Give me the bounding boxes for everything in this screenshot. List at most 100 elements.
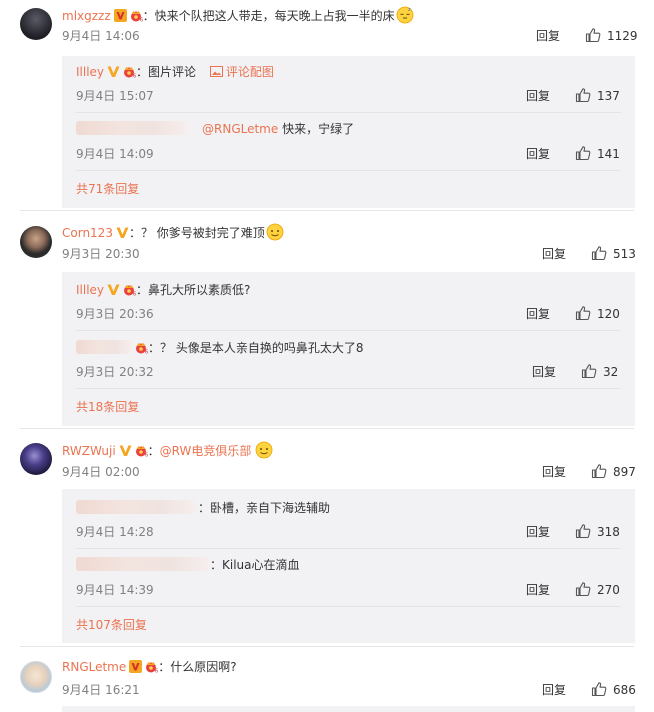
verified-v-icon (116, 226, 129, 239)
mention-link[interactable]: @RW电竞俱乐部 (160, 444, 252, 458)
reply-time: 9月4日 14:39 (76, 583, 154, 597)
comment-time: 9月4日 14:06 (62, 29, 140, 43)
blurred-username (76, 500, 196, 514)
thumbs-up-icon (575, 581, 591, 597)
reply-body: Illley ：鼻孔大所以素质低? (76, 282, 250, 298)
thumbs-up-icon (591, 681, 607, 697)
reply-text: ：卧槽，亲自下海选辅助 (198, 501, 331, 515)
crown-badge-icon (144, 660, 158, 673)
comment-time: 9月4日 16:21 (62, 683, 140, 697)
thumbs-up-icon (591, 245, 607, 261)
reply-body: Illley ：图片评论 评论配图 (76, 64, 274, 80)
more-replies-link[interactable]: 共107条回复 (76, 617, 147, 633)
avatar[interactable] (20, 226, 52, 258)
avatar[interactable] (20, 8, 52, 40)
reply-button[interactable]: 回复 (536, 28, 560, 44)
reply-text: ：Kilua心在滴血 (210, 558, 300, 572)
reply-body: ：Kilua心在滴血 (76, 557, 300, 573)
comment-body: RNGLetme ：什么原因啊? (62, 659, 237, 675)
image-icon (209, 66, 223, 77)
reply-button[interactable]: 回复 (542, 464, 566, 480)
comment-time: 9月3日 20:30 (62, 247, 140, 261)
username-link[interactable]: RNGLetme (62, 660, 126, 674)
divider (76, 606, 621, 607)
thumbs-up-icon (575, 145, 591, 161)
reply-button[interactable]: 回复 (526, 88, 550, 104)
reply-time: 9月4日 15:07 (76, 89, 154, 103)
crown-badge-icon (129, 9, 143, 22)
thumbs-up-icon (581, 363, 597, 379)
verified-v-icon (114, 9, 127, 22)
comment-time: 9月4日 02:00 (62, 465, 140, 479)
like-count: 137 (597, 89, 620, 103)
image-comment-link[interactable]: 评论配图 (209, 65, 274, 79)
like-count: 32 (603, 365, 619, 379)
comment-text: ：快来个队把这人带走，每天晚上占我一半的床 (142, 9, 395, 23)
reply-body: ：卧槽，亲自下海选辅助 (76, 500, 330, 516)
reply-text: ：？ 头像是本人亲自换的吗鼻孔太大了8 (148, 341, 364, 355)
divider (20, 428, 634, 429)
divider (76, 388, 621, 389)
thumbs-up-icon (585, 27, 601, 43)
reply-button[interactable]: 回复 (526, 524, 550, 540)
blurred-username (76, 557, 210, 571)
comment-text: ： (147, 444, 160, 458)
comment-text: ：什么原因啊? (158, 660, 237, 674)
reply-button[interactable]: 回复 (542, 682, 566, 698)
thumbs-up-icon (575, 523, 591, 539)
reply-time: 9月4日 14:28 (76, 525, 154, 539)
comment-text: ：？ 你爹号被封完了难顶 (128, 226, 265, 240)
more-replies-link[interactable]: 共71条回复 (76, 181, 139, 197)
thumbs-up-icon (591, 463, 607, 479)
avatar[interactable] (20, 443, 52, 475)
comment-item: mlxgzzz ：快来个队把这人带走，每天晚上占我一半的床 9月4日 14:06 … (0, 0, 654, 208)
username-link[interactable]: Illley (76, 283, 104, 297)
emoji-icon (396, 6, 414, 24)
avatar[interactable] (20, 661, 52, 693)
like-count: 270 (597, 583, 620, 597)
username-link[interactable]: RWZWuji (62, 444, 116, 458)
verified-v-icon (129, 660, 142, 673)
like-count: 318 (597, 525, 620, 539)
verified-v-icon (119, 444, 132, 457)
reply-button[interactable]: 回复 (542, 246, 566, 262)
like-count: 141 (597, 147, 620, 161)
emoji-icon (255, 441, 273, 459)
divider (20, 210, 634, 211)
reply-button[interactable]: 回复 (526, 306, 550, 322)
username-link[interactable]: Illley (76, 65, 104, 79)
comment-body: Corn123 ：？ 你爹号被封完了难顶 (62, 223, 284, 241)
mention-link[interactable]: @RNGLetme (202, 122, 278, 136)
divider (76, 330, 621, 331)
reply-text: ：鼻孔大所以素质低? (136, 283, 251, 297)
reply-button[interactable]: 回复 (532, 364, 556, 380)
crown-badge-icon (122, 65, 136, 78)
blurred-username (76, 121, 188, 135)
verified-v-icon (107, 65, 120, 78)
thumbs-up-icon (575, 87, 591, 103)
reply-body: @RNGLetme 快来，宁绿了 (76, 121, 354, 137)
username-link[interactable]: Corn123 (62, 226, 113, 240)
thumbs-up-icon (575, 305, 591, 321)
reply-list (62, 706, 635, 712)
like-count: 686 (613, 683, 636, 697)
reply-time: 9月4日 14:09 (76, 147, 154, 161)
reply-time: 9月3日 20:36 (76, 307, 154, 321)
username-link[interactable]: mlxgzzz (62, 9, 111, 23)
like-count: 897 (613, 465, 636, 479)
blurred-username (76, 340, 132, 354)
more-replies-link[interactable]: 共18条回复 (76, 399, 139, 415)
crown-badge-icon (134, 341, 148, 354)
divider (76, 170, 621, 171)
like-count: 120 (597, 307, 620, 321)
divider (76, 112, 621, 113)
comment-body: RWZWuji ：@RW电竞俱乐部 (62, 441, 273, 459)
reply-text: 快来，宁绿了 (278, 122, 355, 136)
reply-button[interactable]: 回复 (526, 582, 550, 598)
crown-badge-icon (134, 444, 148, 457)
like-count: 1129 (607, 29, 638, 43)
reply-body: ：？ 头像是本人亲自换的吗鼻孔太大了8 (76, 340, 363, 356)
reply-button[interactable]: 回复 (526, 146, 550, 162)
emoji-icon (266, 223, 284, 241)
divider (76, 548, 621, 549)
